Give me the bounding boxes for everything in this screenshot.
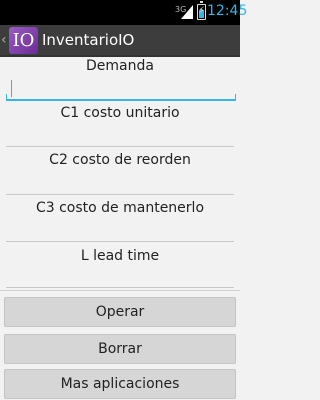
demanda-input-underline bbox=[6, 94, 236, 101]
c3-label: C3 costo de mantenerlo bbox=[35, 200, 205, 216]
c1-input[interactable] bbox=[6, 146, 234, 147]
app-title: InventarioIO bbox=[42, 31, 135, 49]
l-input[interactable] bbox=[6, 287, 234, 288]
c2-label: C2 costo de reorden bbox=[49, 152, 191, 168]
c1-label: C1 costo unitario bbox=[60, 105, 180, 121]
mas-aplicaciones-button[interactable]: Mas aplicaciones bbox=[4, 369, 236, 399]
demanda-label: Demanda bbox=[86, 58, 154, 74]
clock: 12:45 bbox=[207, 3, 248, 19]
c3-input[interactable] bbox=[6, 241, 234, 242]
operar-button[interactable]: Operar bbox=[4, 297, 236, 327]
status-bar: 3G ⚡ 12:45 bbox=[0, 0, 247, 25]
l-label: L lead time bbox=[80, 248, 160, 264]
text-cursor bbox=[11, 80, 12, 97]
action-bar: ‹ IO InventarioIO bbox=[0, 25, 240, 57]
divider bbox=[0, 290, 240, 291]
demanda-input[interactable] bbox=[7, 77, 237, 100]
borrar-button[interactable]: Borrar bbox=[4, 334, 236, 364]
up-caret-icon[interactable]: ‹ bbox=[1, 32, 9, 48]
signal-icon bbox=[181, 5, 193, 19]
c2-input[interactable] bbox=[6, 194, 234, 195]
app-logo[interactable]: IO bbox=[9, 27, 38, 54]
battery-charging-icon: ⚡ bbox=[197, 1, 206, 20]
